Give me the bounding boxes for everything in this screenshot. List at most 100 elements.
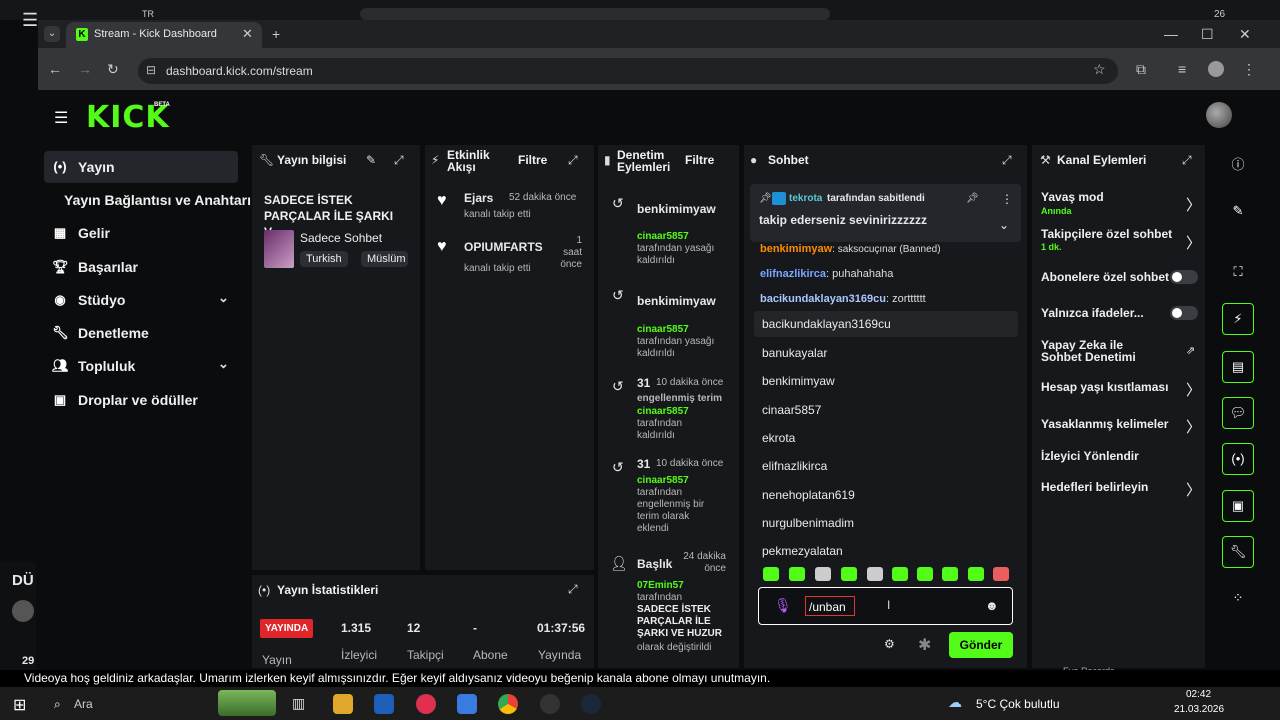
minimize-icon[interactable]: — [1164, 26, 1178, 42]
tab-list-chevron-icon[interactable]: ⌄ [44, 26, 60, 42]
chrome-icon[interactable] [498, 694, 518, 714]
chevron-right-icon[interactable]: 〉 [1186, 479, 1201, 500]
clock-date[interactable]: 21.03.2026 [1174, 704, 1224, 715]
grid-icon[interactable]: ⁘ [1222, 583, 1254, 615]
chat-username[interactable]: elifnazlikirca [760, 268, 826, 280]
app-icon[interactable] [457, 694, 477, 714]
profile-icon[interactable] [1208, 61, 1224, 77]
send-button[interactable]: Gönder [949, 632, 1013, 658]
emote-icon[interactable] [917, 567, 933, 581]
mention-item[interactable]: ekrota [754, 425, 1018, 451]
action-followers-only[interactable]: Takipçilere özel sohbet [1041, 227, 1172, 241]
popout-icon[interactable]: ⤢ [568, 153, 578, 168]
avatar[interactable] [1206, 102, 1232, 128]
mention-item[interactable]: nenehoplatan619 [754, 482, 1018, 508]
app-icon-2[interactable] [540, 694, 560, 714]
emote-icon[interactable] [942, 567, 958, 581]
bolt-icon[interactable]: ⚡︎ [1222, 303, 1254, 335]
weather-text[interactable]: 5°C Çok bulutlu [976, 697, 1060, 711]
document-icon[interactable]: ▤ [1222, 351, 1254, 383]
action-emotes-only[interactable]: Yalnızca ifadeler... [1041, 306, 1144, 320]
file-explorer-icon[interactable] [333, 694, 353, 714]
popout-icon[interactable]: ⤢ [394, 153, 404, 168]
action-account-age[interactable]: Hesap yaşı kısıtlaması [1041, 380, 1168, 394]
mention-item[interactable]: nurgulbenimadim [754, 510, 1018, 536]
emote-icon[interactable] [867, 567, 883, 581]
chevron-down-icon[interactable]: ⌄ [218, 356, 229, 372]
emote-icon[interactable] [815, 567, 831, 581]
activity-filter-button[interactable]: Filtre [518, 153, 547, 167]
action-ai-moderation[interactable]: Yapay Zeka ile Sohbet Denetimi [1041, 339, 1151, 363]
mention-item[interactable]: elifnazlikirca [754, 453, 1018, 479]
steam-icon[interactable] [581, 694, 601, 714]
more-icon[interactable]: ⋮ [1001, 192, 1013, 206]
emote-icon[interactable] [993, 567, 1009, 581]
clock-time[interactable]: 02:42 [1186, 689, 1211, 700]
wrench-icon[interactable]: 🔧︎ [1222, 536, 1254, 568]
mention-item[interactable]: pekmezyalatan [754, 538, 1018, 564]
sidebar-item-studyo[interactable]: ◉ Stüdyo ⌄ [44, 284, 238, 316]
popout-icon[interactable]: ⤢ [1002, 153, 1012, 168]
edit-icon[interactable]: ✎ [366, 153, 376, 167]
chat-input-value[interactable]: /unban [805, 596, 855, 616]
broadcast-icon[interactable]: (•) [1222, 443, 1254, 475]
window-close-icon[interactable]: ✕ [1239, 26, 1251, 43]
chevron-right-icon[interactable]: 〉 [1186, 416, 1201, 437]
subs-only-toggle[interactable] [1170, 270, 1198, 284]
action-subs-only[interactable]: Abonelere özel sohbet [1041, 270, 1169, 284]
address-bar[interactable]: ⊟ dashboard.kick.com/stream [138, 58, 1118, 84]
action-raid[interactable]: İzleyici Yönlendir [1041, 449, 1139, 463]
sidebar-item-droplar[interactable]: ▣ Droplar ve ödüller [44, 384, 238, 416]
tab-close-icon[interactable]: ✕ [242, 26, 253, 42]
action-banned-words[interactable]: Yasaklanmış kelimeler [1041, 417, 1168, 431]
reload-icon[interactable]: ↻ [107, 61, 119, 78]
back-icon[interactable]: ← [48, 61, 62, 77]
popout-icon[interactable]: ⤢ [1182, 153, 1192, 168]
chevron-right-icon[interactable]: 〉 [1186, 379, 1201, 400]
task-view-icon[interactable]: ▥ [292, 695, 305, 712]
browser-tab[interactable]: K Stream - Kick Dashboard ✕ [66, 22, 262, 48]
media-player-icon[interactable] [416, 694, 436, 714]
tag-muslum[interactable]: Müslüm [361, 251, 408, 267]
puzzle-icon[interactable]: ✱ [918, 635, 931, 655]
sidebar-item-denetleme[interactable]: 🔧︎ Denetleme [44, 317, 238, 349]
chrome-menu-icon[interactable]: ⋮ [1242, 61, 1256, 78]
emote-icon[interactable] [841, 567, 857, 581]
new-tab-icon[interactable]: + [272, 26, 280, 42]
sidebar-item-topluluk[interactable]: 👥︎ Topluluk ⌄ [44, 350, 238, 382]
external-link-icon[interactable]: ⇗ [1186, 344, 1195, 357]
info-icon[interactable]: ⓘ [1222, 150, 1254, 182]
site-info-icon[interactable]: ⊟ [146, 63, 156, 77]
action-goals[interactable]: Hedefleri belirleyin [1041, 480, 1148, 494]
chevron-right-icon[interactable]: 〉 [1186, 232, 1201, 253]
sidebar-item-stream-key[interactable]: Yayın Bağlantısı ve Anahtarı [44, 184, 254, 216]
moderation-filter-button[interactable]: Filtre [685, 153, 714, 167]
mention-item[interactable]: banukayalar [754, 340, 1018, 366]
mention-item[interactable]: benkimimyaw [754, 368, 1018, 394]
menu-icon[interactable]: ☰ [22, 10, 38, 31]
emote-icon[interactable] [892, 567, 908, 581]
maximize-icon[interactable]: ☐ [1201, 26, 1214, 43]
chat-icon[interactable]: 💬︎ [1222, 397, 1254, 429]
chat-username[interactable]: benkimimyaw [760, 243, 832, 255]
chevron-down-icon[interactable]: ⌄ [999, 218, 1009, 232]
sidebar-item-gelir[interactable]: ▦ Gelir [44, 217, 238, 249]
emote-icon[interactable] [763, 567, 779, 581]
mention-item[interactable]: bacikundaklayan3169cu [754, 311, 1018, 337]
chat-username[interactable]: bacikundaklayan3169cu [760, 293, 886, 305]
emoji-icon[interactable]: ☻ [985, 598, 999, 613]
microphone-icon[interactable]: 🎙︎ [774, 597, 792, 614]
fullscreen-icon[interactable]: ⛶ [1222, 257, 1254, 289]
sidebar-item-basarilar[interactable]: 🏆︎ Başarılar [44, 251, 238, 283]
chevron-down-icon[interactable]: ⌄ [218, 290, 229, 306]
emotes-only-toggle[interactable] [1170, 306, 1198, 320]
emote-icon[interactable] [968, 567, 984, 581]
extensions-icon[interactable]: ⧉ [1136, 61, 1146, 78]
mod-icon[interactable]: ▣ [1222, 490, 1254, 522]
pin-icon[interactable]: 📌︎ [966, 193, 979, 204]
sidebar-item-yayin[interactable]: (•) Yayın [44, 151, 238, 183]
taskbar-search-text[interactable]: Ara [74, 697, 93, 711]
tag-turkish[interactable]: Turkish [300, 251, 348, 267]
reading-list-icon[interactable]: ≡ [1178, 61, 1186, 77]
emote-icon[interactable] [789, 567, 805, 581]
